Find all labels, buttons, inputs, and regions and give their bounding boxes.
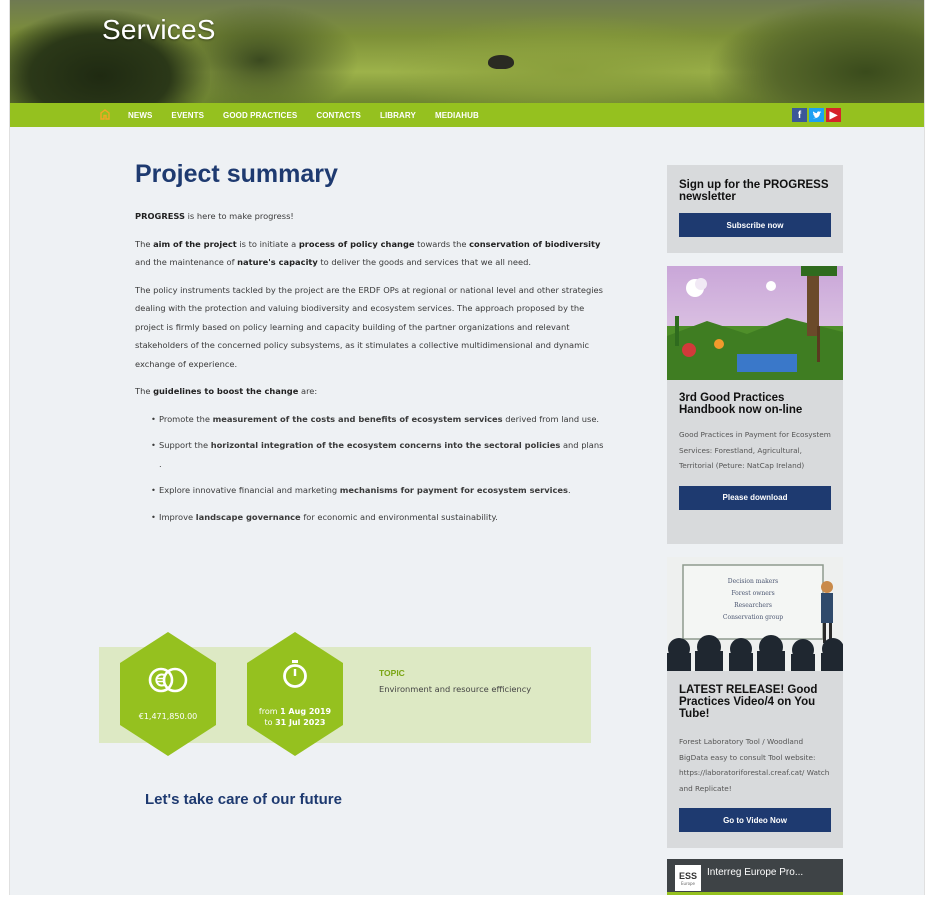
intro-paragraph: PROGRESS is here to make progress! xyxy=(135,211,294,221)
list-item: Support the horizontal integration of th… xyxy=(151,436,605,473)
hero-banner: ServiceS xyxy=(10,0,924,103)
newsletter-title: Sign up for the PROGRESS newsletter xyxy=(679,179,829,203)
nav-item-events[interactable]: EVENTS xyxy=(171,111,204,120)
euro-coins-icon xyxy=(148,667,188,697)
aim-paragraph: The aim of the project is to initiate a … xyxy=(135,238,601,268)
download-button[interactable]: Please download xyxy=(679,485,831,510)
nav-item-library[interactable]: LIBRARY xyxy=(380,111,416,120)
channel-logo-text: ESS xyxy=(678,870,697,881)
newsletter-card: Sign up for the PROGRESS newsletter Subs… xyxy=(667,165,843,253)
youtube-progress xyxy=(667,892,843,895)
social-links: f ▶ xyxy=(792,108,841,122)
board-line: Forest owners xyxy=(731,590,774,597)
topic-label: TOPIC xyxy=(379,668,405,678)
board-line: Researchers xyxy=(734,602,772,609)
youtube-embed[interactable]: ESS Europe Interreg Europe Pro... xyxy=(667,859,843,895)
policy-paragraph: The policy instruments tackled by the pr… xyxy=(135,284,603,369)
board-line: Decision makers xyxy=(728,578,778,585)
twitter-icon[interactable] xyxy=(809,108,824,122)
video-image[interactable]: Decision makers Forest owners Researcher… xyxy=(667,557,843,671)
browser-page: ServiceS NEWS EVENTS GOOD PRACTICES CONT… xyxy=(9,0,925,895)
nav-item-news[interactable]: NEWS xyxy=(128,111,152,120)
handbook-text: Good Practices in Payment for Ecosystem … xyxy=(679,430,831,470)
nav-menu: NEWS EVENTS GOOD PRACTICES CONTACTS LIBR… xyxy=(128,103,498,127)
go-to-video-button[interactable]: Go to Video Now xyxy=(679,808,831,832)
hero-rock xyxy=(488,55,514,69)
guidelines-intro: The guidelines to boost the change are: xyxy=(135,386,318,396)
channel-logo-sub: Europe xyxy=(680,880,696,886)
main-nav: NEWS EVENTS GOOD PRACTICES CONTACTS LIBR… xyxy=(10,103,924,127)
hero-title: ServiceS xyxy=(102,14,216,45)
facebook-icon[interactable]: f xyxy=(792,108,807,122)
nav-item-contacts[interactable]: CONTACTS xyxy=(316,111,361,120)
youtube-title[interactable]: Interreg Europe Pro... xyxy=(707,867,803,878)
list-item: Explore innovative financial and marketi… xyxy=(151,481,605,500)
handbook-card: 3rd Good Practices Handbook now on-line … xyxy=(667,266,843,544)
hero-trees-right xyxy=(710,0,924,103)
list-item: Improve landscape governance for economi… xyxy=(151,508,605,527)
page-title: Project summary xyxy=(135,160,338,188)
home-icon[interactable] xyxy=(100,109,110,120)
guidelines-list: Promote the measurement of the costs and… xyxy=(151,410,605,527)
subscribe-button[interactable]: Subscribe now xyxy=(679,213,831,237)
video-title[interactable]: LATEST RELEASE! Good Practices Video/4 o… xyxy=(679,684,831,720)
youtube-icon[interactable]: ▶ xyxy=(826,108,841,122)
budget-value: €1,471,850.00 xyxy=(138,711,198,721)
future-heading: Let's take care of our future xyxy=(145,791,342,808)
video-card: Decision makers Forest owners Researcher… xyxy=(667,557,843,848)
video-text: Forest Laboratory Tool / Woodland BigDat… xyxy=(679,737,830,793)
handbook-image[interactable] xyxy=(667,266,843,380)
nav-item-mediahub[interactable]: MEDIAHUB xyxy=(435,111,479,120)
channel-logo: ESS Europe xyxy=(675,865,701,891)
stopwatch-icon xyxy=(282,660,308,692)
nav-item-good-practices[interactable]: GOOD PRACTICES xyxy=(223,111,297,120)
topic-value: Environment and resource efficiency xyxy=(379,684,532,694)
duration-value: from 1 Aug 2019 to 31 Jul 2023 xyxy=(258,707,332,727)
topic-block: TOPIC Environment and resource efficienc… xyxy=(379,668,531,694)
main-content: Project summary PROGRESS is here to make… xyxy=(135,160,605,534)
board-line: Conservation group xyxy=(723,614,783,621)
handbook-title[interactable]: 3rd Good Practices Handbook now on-line xyxy=(679,392,831,416)
list-item: Promote the measurement of the costs and… xyxy=(151,410,605,429)
